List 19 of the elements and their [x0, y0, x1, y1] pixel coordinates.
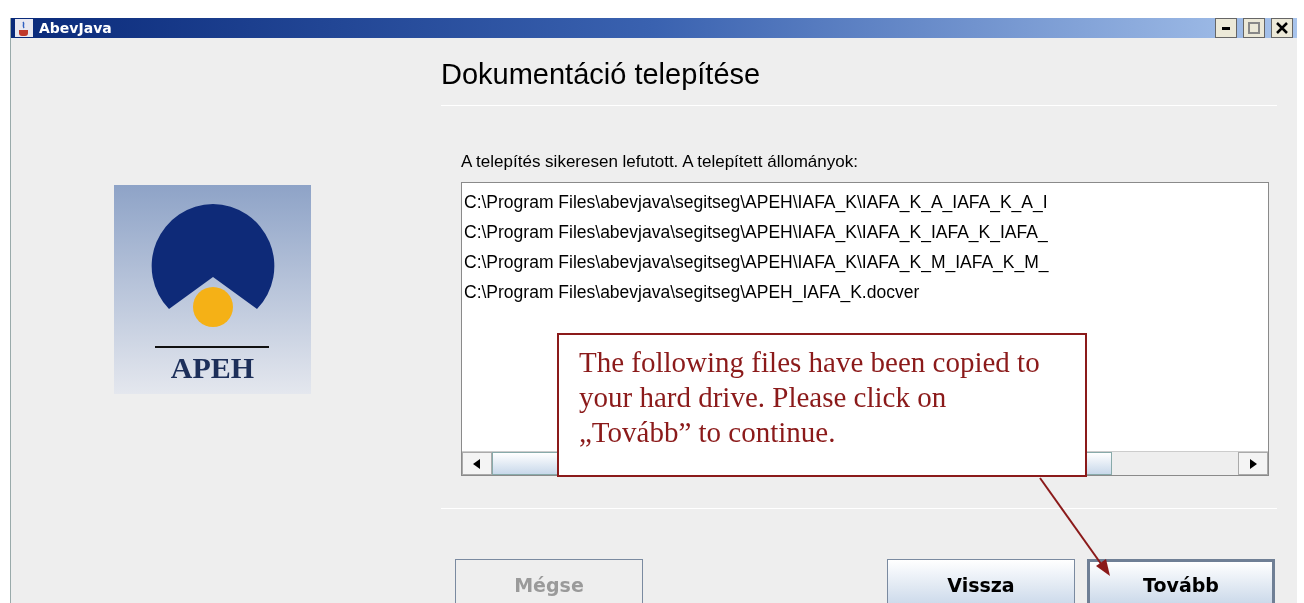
page-heading: Dokumentáció telepítése: [441, 58, 762, 91]
file-list-item[interactable]: C:\Program Files\abevjava\segitseg\APEH\IAFA_K\IAFA_K_A_IAFA_K_A_I: [462, 187, 1268, 217]
minimize-icon: [1222, 26, 1230, 30]
note-tooltip: The following files have been copied to your hard drive. Please click on „Tovább” to continue.: [557, 333, 1087, 477]
window-title: AbevJava: [39, 20, 113, 36]
maximize-button[interactable]: [1243, 18, 1265, 38]
file-list-item[interactable]: C:\Program Files\abevjava\segitseg\APEH\IAFA_K\IAFA_K_M_IAFA_K_M_: [462, 247, 1268, 277]
scroll-right-icon[interactable]: [1238, 452, 1268, 475]
logo-text: APEH: [170, 351, 255, 385]
close-icon: [1276, 22, 1288, 34]
file-list-item[interactable]: C:\Program Files\abevjava\segitseg\APEH\IAFA_K\IAFA_K_IAFA_K_IAFA_: [462, 217, 1268, 247]
dialog-button[interactable]: Tovább: [1087, 559, 1275, 603]
scroll-left-icon[interactable]: [462, 452, 492, 475]
status-message: A telepítés sikeresen lefutott. A telepített állományok:: [461, 152, 859, 172]
dialog-button[interactable]: Vissza: [887, 559, 1075, 603]
file-list-item[interactable]: C:\Program Files\abevjava\segitseg\APEH_IAFA_K.docver: [462, 277, 1268, 307]
close-button[interactable]: [1271, 18, 1293, 38]
minimize-button[interactable]: [1215, 18, 1237, 38]
maximize-icon: [1248, 22, 1260, 34]
